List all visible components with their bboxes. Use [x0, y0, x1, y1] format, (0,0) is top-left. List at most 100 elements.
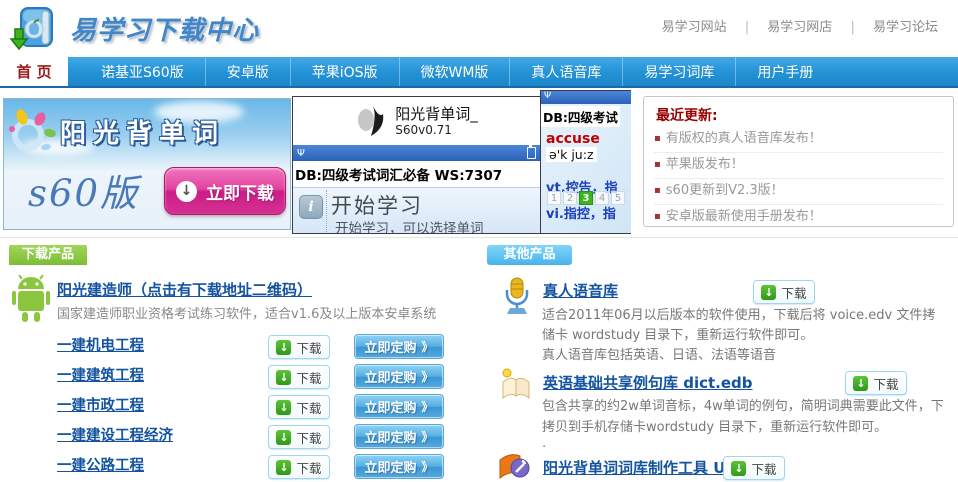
app-screenshot-1: 阳光背单词_ S60v0.71 Ψ DB:四级考试词汇必备 WS:7307 i … [292, 96, 541, 234]
main-nav: 首 页 诺基亚S60版 安卓版 苹果iOS版 微软WM版 真人语音库 易学习词库… [0, 57, 958, 88]
microphone-icon [502, 276, 532, 314]
download-button[interactable]: ↓ 下载 [723, 456, 785, 480]
download-button[interactable]: ↓ 下载 [268, 455, 330, 479]
order-button[interactable]: 立即定购 》 [354, 364, 444, 389]
top-link-store[interactable]: 易学习网店 [767, 20, 832, 35]
download-arrow-icon: ↓ [731, 461, 746, 476]
update-text: 苹果版发布！ [666, 157, 744, 172]
info-icon: i [299, 195, 323, 219]
download-label: 下载 [781, 283, 806, 302]
order-button[interactable]: 立即定购 》 [354, 334, 444, 359]
app-name: 阳光背单词_ [395, 106, 478, 123]
site-title: 易学习下载中心 [70, 10, 259, 47]
tab-other-products[interactable]: 其他产品 [487, 245, 572, 265]
link-separator: | [850, 20, 854, 35]
status-bar: Ψ [541, 91, 631, 104]
order-label: 立即定购 [364, 367, 416, 386]
download-button[interactable]: ↓ 下载 [268, 335, 330, 359]
download-label: 下载 [296, 458, 321, 477]
download-link-gonglu[interactable]: 一建公路工程 [57, 454, 144, 478]
promo-banner[interactable]: 阳光背单词 s60版 ↓ 立即下载 [3, 98, 291, 230]
download-arrow-icon: ↓ [853, 376, 868, 391]
android-icon [10, 275, 52, 323]
update-item[interactable]: ▪ s60更新到V2.3版！ [654, 178, 943, 205]
update-text: 有版权的真人语音库发布！ [666, 131, 822, 146]
top-links: 易学习网站 | 易学习网店 | 易学习论坛 [656, 16, 944, 35]
app-logo-icon [355, 104, 387, 138]
download-link-jianzhu[interactable]: 一建建筑工程 [57, 364, 144, 388]
voice-library-link[interactable]: 真人语音库 [543, 280, 618, 301]
site-logo[interactable]: 易学习下载中心 [8, 3, 259, 53]
nav-android[interactable]: 安卓版 [205, 57, 290, 86]
chevron-right-icon: 》 [422, 398, 434, 415]
section-divider [0, 237, 958, 238]
product-main-link[interactable]: 阳光建造师（点击有下载地址二维码） [57, 279, 312, 300]
tab-download-products[interactable]: 下载产品 [9, 245, 87, 265]
antenna-icon: Ψ [297, 148, 305, 159]
chevron-right-icon: 》 [422, 458, 434, 475]
nav-home[interactable]: 首 页 [0, 57, 68, 86]
menu-item-selected[interactable]: i 开始学习 开始学习，可以选择单词 [293, 187, 540, 234]
page: 易学习下载中心 易学习网站 | 易学习网店 | 易学习论坛 首 页 诺基亚S60… [0, 0, 958, 479]
order-label: 立即定购 [364, 457, 416, 476]
update-item[interactable]: ▪苹果版发布！ [654, 152, 943, 179]
nav-nokia-s60[interactable]: 诺基亚S60版 [80, 57, 205, 86]
update-item[interactable]: ▪安卓版最新使用手册发布！ [654, 204, 943, 230]
pinwheel-icon [6, 107, 60, 161]
download-button[interactable]: ↓ 下载 [268, 395, 330, 419]
nav-wm[interactable]: 微软WM版 [399, 57, 510, 86]
update-text: 安卓版最新使用手册发布！ [666, 209, 822, 224]
sentence-library-link[interactable]: 英语基础共享例句库 dict.edb [543, 372, 753, 393]
nav-voice-library[interactable]: 真人语音库 [509, 57, 622, 86]
top-link-forum[interactable]: 易学习论坛 [873, 20, 938, 35]
order-button[interactable]: 立即定购 》 [354, 424, 444, 449]
header: 易学习下载中心 易学习网站 | 易学习网店 | 易学习论坛 [0, 0, 958, 57]
nav-dictionary[interactable]: 易学习词库 [622, 57, 735, 86]
menu-title: 开始学习 [331, 190, 423, 220]
download-arrow-icon: ↓ [276, 430, 291, 445]
menu-subtitle: 开始学习，可以选择单词 [335, 217, 484, 234]
chevron-right-icon: 》 [422, 428, 434, 445]
download-link-jingji[interactable]: 一建建设工程经济 [57, 424, 173, 448]
top-link-website[interactable]: 易学习网站 [662, 20, 727, 35]
download-link-jidian[interactable]: 一建机电工程 [57, 334, 144, 358]
battery-icon [527, 147, 536, 159]
voice-library-desc-line2: 储卡 wordstudy 目录下，重新运行软件即可。 [542, 324, 813, 343]
bullet-icon: ▪ [654, 185, 661, 196]
banner-edition: s60版 [28, 163, 139, 217]
product-description: 国家建造师职业资格考试练习软件，适合v1.6及以上版本安卓系统 [57, 303, 436, 322]
nav-manual[interactable]: 用户手册 [735, 57, 834, 86]
download-arrow-icon: ↓ [276, 370, 291, 385]
download-label: 下载 [296, 428, 321, 447]
order-label: 立即定购 [364, 427, 416, 446]
download-button[interactable]: ↓ 下载 [268, 365, 330, 389]
sentence-library-desc-line2: 拷贝到手机存储卡wordstudy 目录下，重新运行软件即可。 [542, 416, 887, 435]
sentence-library-desc-line3: . [542, 436, 546, 451]
voice-library-desc-line3: 真人语音库包括英语、日语、法语等语音 [542, 344, 776, 363]
order-label: 立即定购 [364, 337, 416, 356]
word-entry: accuse [546, 131, 600, 147]
voice-library-desc-line1: 适合2011年06月以后版本的软件使用，下载后将 voice.edv 文件拷 [542, 304, 935, 323]
download-label: 下载 [296, 398, 321, 417]
download-button[interactable]: ↓ 下载 [268, 425, 330, 449]
nav-ios[interactable]: 苹果iOS版 [290, 57, 399, 86]
download-label: 下载 [751, 459, 776, 478]
db-status-line: DB:四级考试词汇必备 WS:7307 [293, 161, 540, 186]
download-link-shizheng[interactable]: 一建市政工程 [57, 394, 144, 418]
order-button[interactable]: 立即定购 》 [354, 394, 444, 419]
update-item[interactable]: ▪ 有版权的真人语音库发布！ [654, 126, 943, 153]
update-text: s60更新到V2.3版！ [666, 183, 784, 198]
banner-download-label: 立即下载 [206, 179, 274, 204]
download-arrow-icon: ↓ [276, 340, 291, 355]
download-label: 下载 [296, 338, 321, 357]
download-button[interactable]: ↓ 下载 [753, 280, 815, 304]
order-button[interactable]: 立即定购 》 [354, 454, 444, 479]
download-button[interactable]: ↓ 下载 [845, 371, 907, 395]
book-icon [499, 366, 533, 400]
download-arrow-icon: ↓ [176, 181, 197, 202]
banner-download-button[interactable]: ↓ 立即下载 [164, 167, 286, 215]
word-meaning-2: vi.指控，指 [546, 203, 616, 222]
bullet-icon: ▪ [654, 133, 661, 144]
backpack-logo-icon [8, 3, 60, 53]
splash-header: 阳光背单词_ S60v0.71 [293, 97, 540, 145]
